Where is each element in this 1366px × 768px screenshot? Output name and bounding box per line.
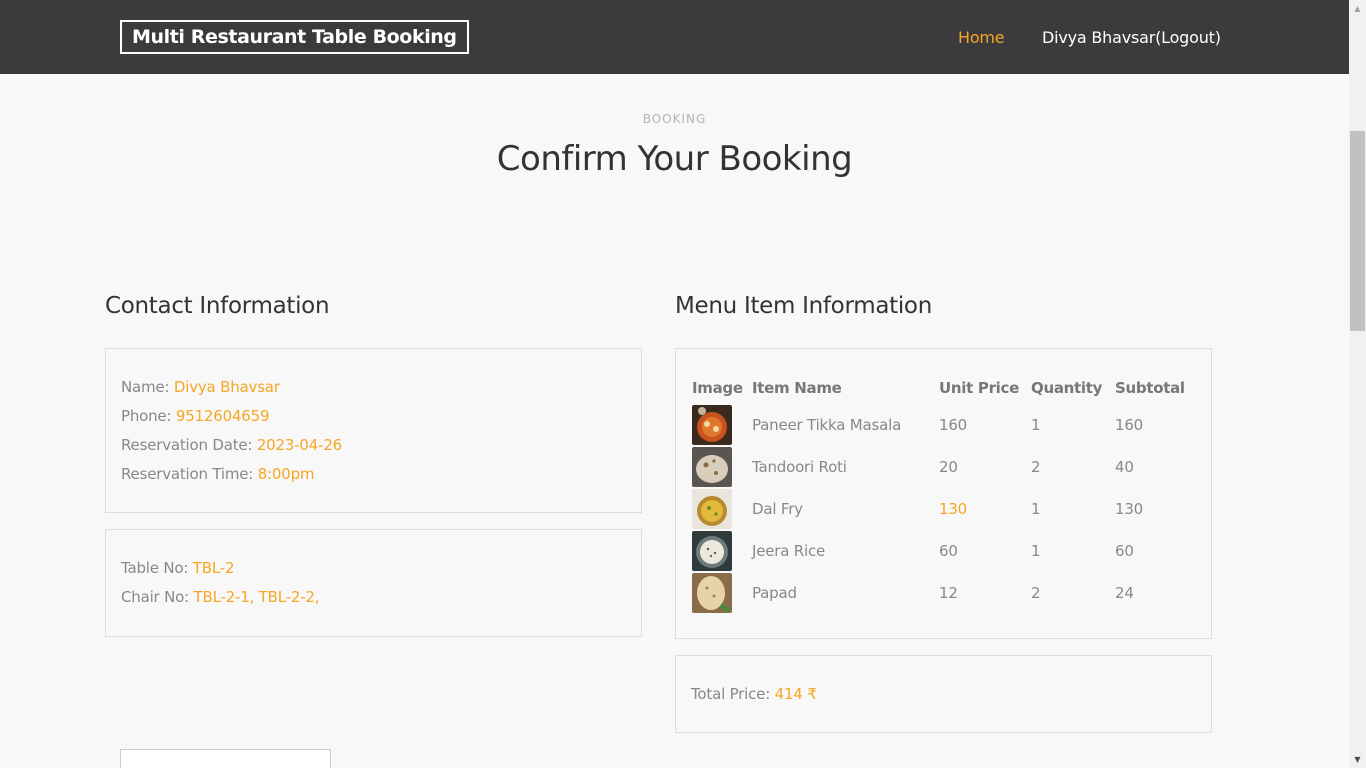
phone-label: Phone: [121, 407, 172, 425]
column-header-subtotal: Subtotal [1115, 379, 1185, 397]
scrollbar-thumb[interactable] [1350, 131, 1365, 331]
contact-date-row: Reservation Date: 2023-04-26 [121, 436, 342, 454]
total-price-value: 414 ₹ [774, 685, 817, 703]
name-value: Divya Bhavsar [173, 378, 280, 396]
contact-phone-row: Phone: 9512604659 [121, 407, 270, 425]
table-value: TBL-2 [192, 559, 235, 577]
quantity-4: 1 [1031, 542, 1041, 560]
chair-number-row: Chair No: TBL-2-1, TBL-2-2, [121, 588, 320, 606]
column-header-quantity: Quantity [1031, 379, 1103, 397]
item-name-3: Dal Fry [752, 500, 803, 518]
unit-price-3: 130 [939, 500, 968, 518]
date-label: Reservation Date: [121, 436, 253, 454]
total-price-card: Total Price: 414 ₹ [675, 655, 1212, 733]
subtotal-4: 60 [1115, 542, 1134, 560]
nav-link-home[interactable]: Home [958, 28, 1005, 47]
chair-value: TBL-2-1, TBL-2-2, [193, 588, 320, 606]
top-navbar: Multi Restaurant Table Booking Home Divy… [0, 0, 1349, 74]
subtotal-2: 40 [1115, 458, 1134, 476]
contact-time-row: Reservation Time: 8:00pm [121, 465, 315, 483]
unit-price-1: 160 [939, 416, 968, 434]
time-label: Reservation Time: [121, 465, 254, 483]
chair-label: Chair No: [121, 588, 189, 606]
quantity-3: 1 [1031, 500, 1041, 518]
column-header-item-name: Item Name [752, 379, 842, 397]
column-header-unit-price: Unit Price [939, 379, 1019, 397]
time-value: 8:00pm [257, 465, 315, 483]
jeera-rice-image [692, 531, 732, 571]
column-header-image: Image [692, 379, 743, 397]
item-name-2: Tandoori Roti [752, 458, 847, 476]
unit-price-5: 12 [939, 584, 958, 602]
subtotal-5: 24 [1115, 584, 1134, 602]
menu-section-title: Menu Item Information [675, 293, 932, 319]
confirm-booking-button[interactable] [120, 749, 331, 768]
papad-image [692, 573, 732, 613]
scroll-up-arrow-icon[interactable]: ▲ [1349, 0, 1366, 17]
table-info-card: Table No: TBL-2 Chair No: TBL-2-1, TBL-2… [105, 529, 642, 637]
phone-value: 9512604659 [175, 407, 270, 425]
page-scrollbar[interactable]: ▲ ▼ [1349, 0, 1366, 768]
contact-section-title: Contact Information [105, 293, 330, 319]
item-name-4: Jeera Rice [752, 542, 826, 560]
scroll-down-arrow-icon[interactable]: ▼ [1349, 751, 1366, 768]
unit-price-4: 60 [939, 542, 958, 560]
subtotal-1: 160 [1115, 416, 1144, 434]
paneer-tikka-masala-image [692, 405, 732, 445]
total-price-row: Total Price: 414 ₹ [691, 685, 817, 703]
contact-name-row: Name: Divya Bhavsar [121, 378, 280, 396]
page-title: Confirm Your Booking [496, 139, 853, 179]
name-label: Name: [121, 378, 170, 396]
dal-fry-image [692, 489, 732, 529]
item-name-1: Paneer Tikka Masala [752, 416, 902, 434]
table-label: Table No: [121, 559, 189, 577]
quantity-5: 2 [1031, 584, 1041, 602]
item-name-5: Papad [752, 584, 797, 602]
page-subheading: BOOKING [642, 112, 707, 126]
date-value: 2023-04-26 [256, 436, 343, 454]
quantity-2: 2 [1031, 458, 1041, 476]
quantity-1: 1 [1031, 416, 1041, 434]
brand-logo[interactable]: Multi Restaurant Table Booking [120, 20, 469, 54]
unit-price-2: 20 [939, 458, 958, 476]
nav-link-logout[interactable]: Divya Bhavsar(Logout) [1042, 28, 1221, 47]
total-price-label: Total Price: [691, 685, 771, 703]
contact-info-card: Name: Divya Bhavsar Phone: 9512604659 Re… [105, 348, 642, 513]
subtotal-3: 130 [1115, 500, 1144, 518]
table-number-row: Table No: TBL-2 [121, 559, 235, 577]
menu-items-card: Image Item Name Unit Price Quantity Subt… [675, 348, 1212, 639]
tandoori-roti-image [692, 447, 732, 487]
